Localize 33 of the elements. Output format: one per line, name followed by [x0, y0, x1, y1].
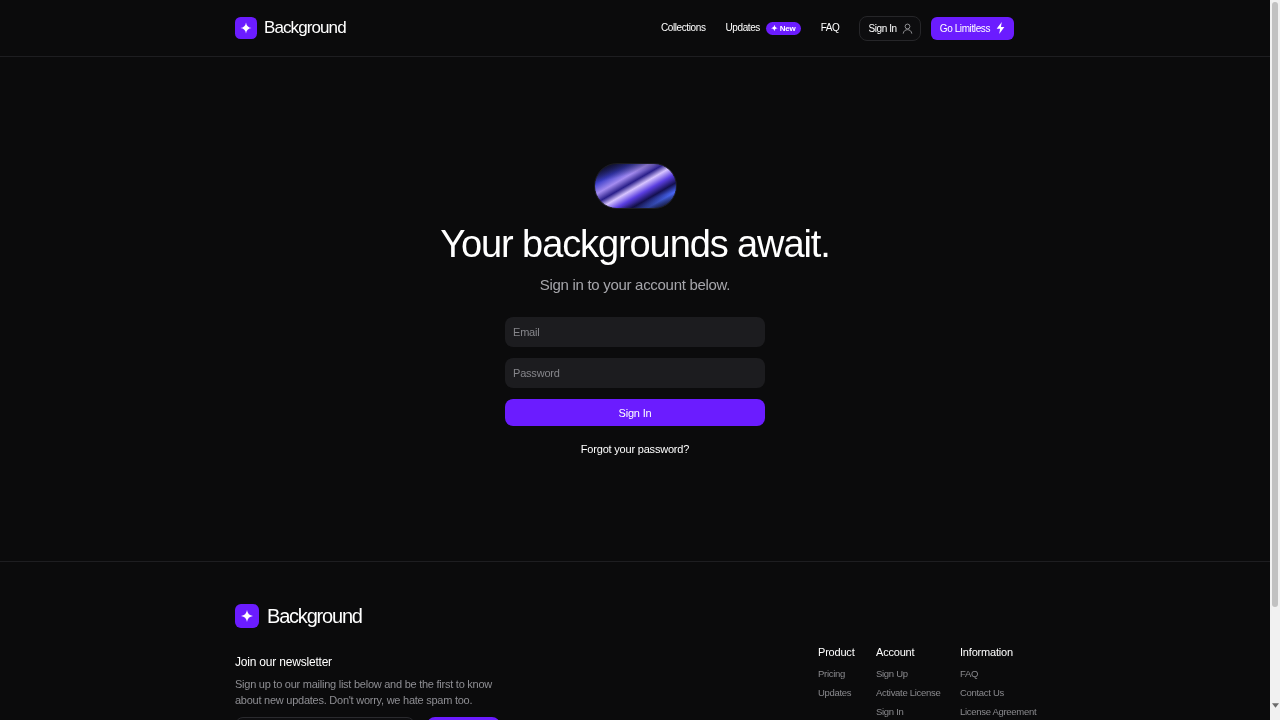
- footer-column-heading: Account: [876, 645, 915, 659]
- sparkle-logo-icon[interactable]: [235, 17, 257, 39]
- sign-in-button[interactable]: Sign In: [859, 15, 921, 41]
- footer-link[interactable]: Sign Up: [876, 668, 908, 680]
- footer-link[interactable]: Updates: [818, 687, 852, 699]
- email-field[interactable]: Email: [505, 317, 765, 347]
- footer-link[interactable]: License Agreement: [960, 706, 1037, 718]
- sign-in-submit-button[interactable]: Sign In: [505, 399, 765, 426]
- footer-column-heading: Product: [818, 645, 855, 659]
- page-subtitle: Sign in to your account below.: [539, 275, 731, 295]
- footer-link[interactable]: Activate License: [876, 687, 941, 699]
- footer-link[interactable]: FAQ: [960, 668, 979, 680]
- user-icon: [901, 22, 913, 34]
- brand-name[interactable]: Background: [267, 604, 362, 628]
- new-badge: ✦ New: [765, 21, 801, 35]
- nav-link[interactable]: Collections: [660, 21, 706, 35]
- scroll-down-arrow-icon[interactable]: [1271, 703, 1279, 708]
- password-field[interactable]: Password: [505, 358, 765, 388]
- nav-link[interactable]: Updates: [725, 21, 760, 35]
- page-title: Your backgrounds await.: [440, 222, 830, 266]
- nav-link[interactable]: FAQ: [820, 21, 840, 35]
- go-limitless-button[interactable]: Go Limitless: [930, 16, 1014, 40]
- sparkle-logo-icon[interactable]: [235, 604, 259, 628]
- brand-name[interactable]: Background: [264, 17, 346, 39]
- footer-link[interactable]: Contact Us: [960, 687, 1004, 699]
- footer-column-heading: Information: [960, 645, 1013, 659]
- scrollbar-thumb[interactable]: [1272, 2, 1278, 607]
- footer-link[interactable]: Sign In: [876, 706, 904, 718]
- newsletter-description: Sign up to our mailing list below and be the first to know about new updates. Don't worry, we hate spam too.: [235, 677, 493, 708]
- forgot-password-link[interactable]: Forgot your password?: [580, 442, 690, 456]
- footer-link[interactable]: Pricing: [818, 668, 845, 680]
- lightning-bolt-icon: [996, 22, 1005, 34]
- newsletter-heading: Join our newsletter: [235, 654, 333, 670]
